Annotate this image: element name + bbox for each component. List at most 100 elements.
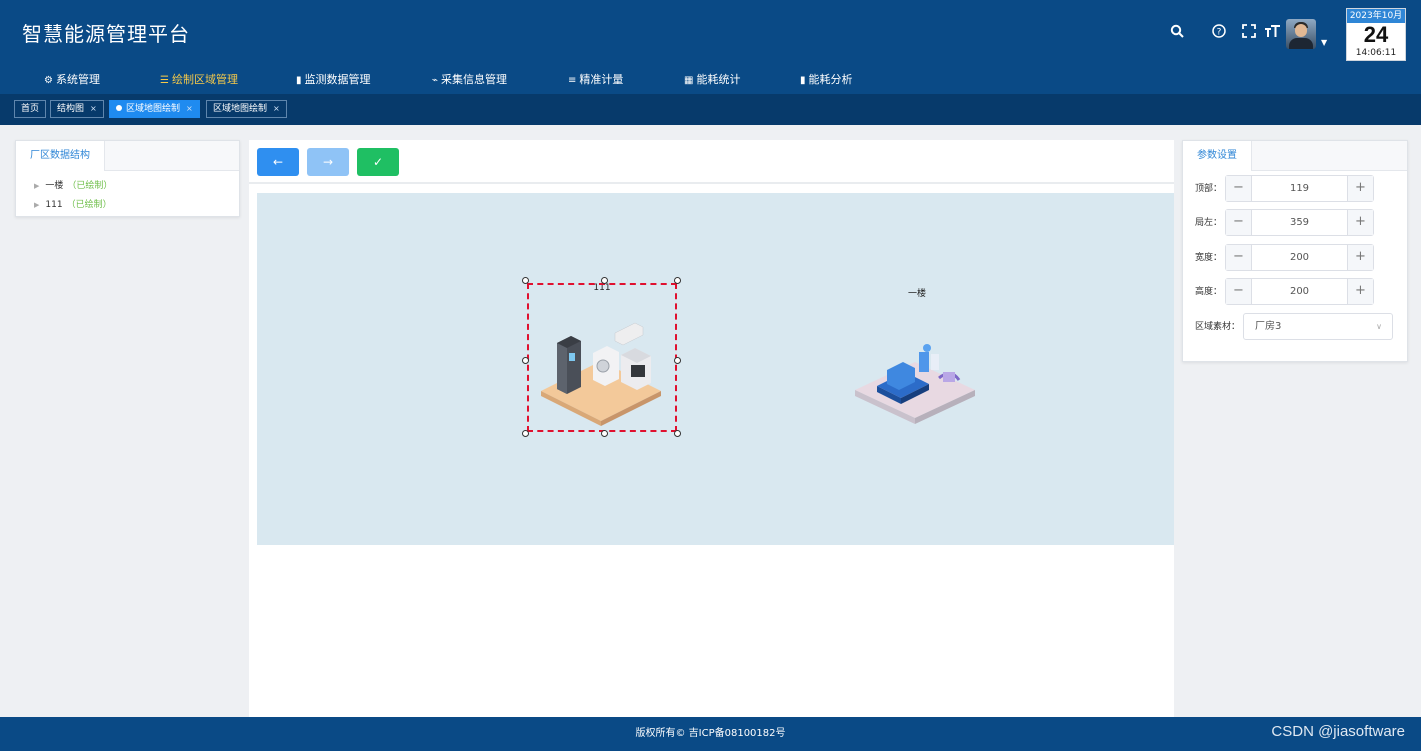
resize-handle-left[interactable] <box>522 357 529 364</box>
bar-chart-icon: ▮ <box>296 75 302 86</box>
structure-card: 厂区数据结构 ▶ 一楼 （已绘制） ▶ 111 （已绘制） <box>15 140 240 217</box>
redo-button[interactable]: → <box>307 148 349 176</box>
height-stepper[interactable]: − 200 + <box>1225 278 1374 305</box>
svg-text:?: ? <box>1217 28 1222 38</box>
fullscreen-icon[interactable] <box>1240 24 1258 42</box>
search-icon[interactable] <box>1168 24 1186 42</box>
structure-tree: ▶ 一楼 （已绘制） ▶ 111 （已绘制） <box>16 171 239 215</box>
font-size-icon[interactable] <box>1264 24 1282 42</box>
user-avatar[interactable] <box>1286 19 1316 49</box>
app-footer: 版权所有© 吉ICP备08100182号 CSDN @jiasoftware <box>0 717 1421 751</box>
field-label: 宽度： <box>1195 253 1223 263</box>
tree-item[interactable]: ▶ 一楼 （已绘制） <box>34 177 239 196</box>
params-card: 参数设置 顶部： − 119 + 局左： − 359 + 宽度： − 200 + <box>1182 140 1408 362</box>
close-icon[interactable]: × <box>273 104 280 113</box>
plug-icon: ⌁ <box>432 75 439 86</box>
resize-handle-top[interactable] <box>601 277 608 284</box>
nav-item-area-drawing[interactable]: ☰ 绘制区域管理 <box>160 68 238 93</box>
resize-handle-top-right[interactable] <box>674 277 681 284</box>
stepper-value[interactable]: 359 <box>1252 210 1347 235</box>
active-dot-icon <box>116 105 122 111</box>
minus-icon[interactable]: − <box>1226 245 1252 270</box>
gear-icon: ⚙ <box>44 75 53 86</box>
field-label: 区域素材： <box>1195 322 1241 332</box>
app-header: 智慧能源管理平台 ? ▼ 2023年10月 24 14:06:11 ⚙ 系统管理 … <box>0 0 1421 94</box>
field-label: 高度： <box>1195 287 1223 297</box>
area-label: 一楼 <box>907 289 926 299</box>
plus-icon[interactable]: + <box>1347 176 1373 201</box>
calendar-time: 14:06:11 <box>1355 48 1397 58</box>
card-tab-header: 参数设置 <box>1183 141 1407 171</box>
tab-params[interactable]: 参数设置 <box>1183 141 1252 171</box>
stepper-value[interactable]: 200 <box>1252 245 1347 270</box>
nav-item-system[interactable]: ⚙ 系统管理 <box>44 68 100 93</box>
tab-area-map-active[interactable]: 区域地图绘制 × <box>109 100 200 118</box>
material-select[interactable]: 厂房3 ∨ <box>1243 313 1393 340</box>
field-left: 局左： − 359 + <box>1183 209 1409 237</box>
tab-home[interactable]: 首页 <box>14 100 47 118</box>
resize-handle-bottom-right[interactable] <box>674 430 681 437</box>
caret-right-icon[interactable]: ▶ <box>34 201 39 209</box>
avatar-suit <box>1289 38 1313 49</box>
calendar-month: 2023年10月 <box>1347 9 1405 23</box>
caret-right-icon[interactable]: ▶ <box>34 182 39 190</box>
page-tabs: 首页 结构图 × 区域地图绘制 × 区域地图绘制 × <box>0 94 1421 125</box>
tab-area-map[interactable]: 区域地图绘制 × <box>206 100 287 118</box>
minus-icon[interactable]: − <box>1226 279 1252 304</box>
tab-structure[interactable]: 结构图 × <box>50 100 104 118</box>
plus-icon[interactable]: + <box>1347 279 1373 304</box>
calendar-day: 24 <box>1363 22 1389 47</box>
resize-handle-top-left[interactable] <box>522 277 529 284</box>
resize-handle-bottom-left[interactable] <box>522 430 529 437</box>
field-height: 高度： − 200 + <box>1183 278 1409 306</box>
nav-item-collection[interactable]: ⌁ 采集信息管理 <box>432 68 507 93</box>
select-value: 厂房3 <box>1255 321 1282 332</box>
bar-chart-icon: ▮ <box>800 75 806 86</box>
drawing-toolbar: ← → ✓ <box>249 140 1174 184</box>
chevron-down-icon[interactable]: ▼ <box>1321 38 1327 47</box>
table-icon: ▦ <box>684 75 694 86</box>
undo-button[interactable]: ← <box>257 148 299 176</box>
right-sidebar: 参数设置 顶部： − 119 + 局左： − 359 + 宽度： − 200 + <box>1174 125 1421 717</box>
copyright-text: 版权所有© 吉ICP备08100182号 <box>635 728 786 739</box>
stepper-value[interactable]: 200 <box>1252 279 1347 304</box>
close-icon[interactable]: × <box>186 104 193 113</box>
nav-item-metering[interactable]: ≡ 精准计量 <box>568 68 623 93</box>
list-icon: ☰ <box>160 75 169 86</box>
tree-item[interactable]: ▶ 111 （已绘制） <box>34 196 239 215</box>
watermark: CSDN @jiasoftware <box>1271 723 1405 740</box>
width-stepper[interactable]: − 200 + <box>1225 244 1374 271</box>
nav-item-monitoring[interactable]: ▮ 监测数据管理 <box>296 68 371 93</box>
help-icon[interactable]: ? <box>1210 24 1228 42</box>
field-material: 区域素材： 厂房3 ∨ <box>1183 313 1409 341</box>
map-canvas[interactable]: 111 一楼 <box>257 193 1174 545</box>
date-calendar: 2023年10月 24 14:06:11 <box>1346 8 1406 61</box>
card-tab-header: 厂区数据结构 <box>16 141 239 171</box>
plus-icon[interactable]: + <box>1347 245 1373 270</box>
sliders-icon: ≡ <box>568 75 577 86</box>
header-toolbar: ? <box>1168 24 1294 42</box>
stepper-value[interactable]: 119 <box>1252 176 1347 201</box>
field-label: 顶部： <box>1195 184 1223 194</box>
left-stepper[interactable]: − 359 + <box>1225 209 1374 236</box>
minus-icon[interactable]: − <box>1226 176 1252 201</box>
minus-icon[interactable]: − <box>1226 210 1252 235</box>
resize-handle-bottom[interactable] <box>601 430 608 437</box>
close-icon[interactable]: × <box>90 104 97 113</box>
field-width: 宽度： − 200 + <box>1183 244 1409 272</box>
chevron-down-icon: ∨ <box>1376 322 1382 331</box>
plus-icon[interactable]: + <box>1347 210 1373 235</box>
save-button[interactable]: ✓ <box>357 148 399 176</box>
map-area-first-floor[interactable]: 一楼 <box>847 286 987 446</box>
drawing-workspace: ← → ✓ 111 一楼 <box>249 140 1174 717</box>
machine-room-illustration <box>855 344 975 424</box>
tab-factory-structure[interactable]: 厂区数据结构 <box>16 141 105 171</box>
resize-handle-right[interactable] <box>674 357 681 364</box>
field-top: 顶部： − 119 + <box>1183 175 1409 203</box>
avatar-face <box>1295 24 1307 37</box>
nav-item-energy-stats[interactable]: ▦ 能耗统计 <box>684 68 740 93</box>
selection-box[interactable] <box>527 283 677 432</box>
nav-item-energy-analysis[interactable]: ▮ 能耗分析 <box>800 68 853 93</box>
app-title: 智慧能源管理平台 <box>22 22 190 46</box>
top-stepper[interactable]: − 119 + <box>1225 175 1374 202</box>
